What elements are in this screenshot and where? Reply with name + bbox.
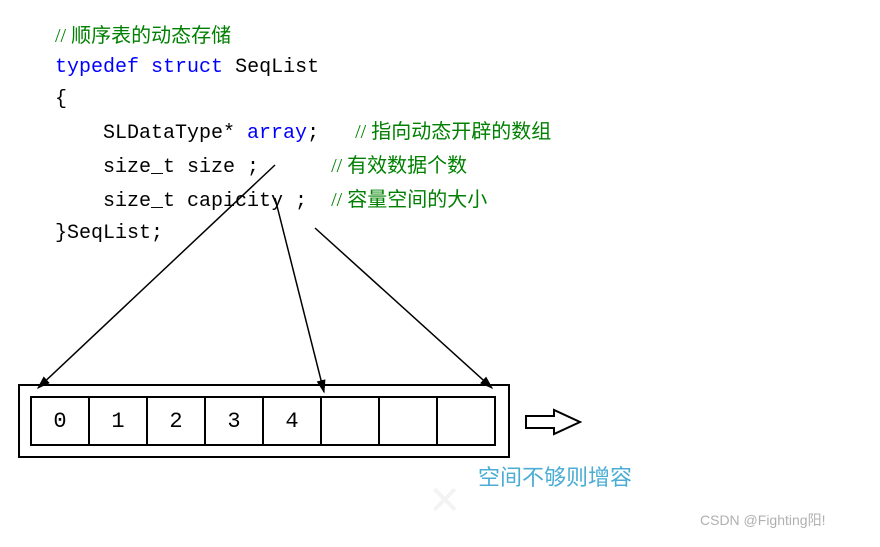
var-array: array [247,122,307,145]
struct-name: SeqList [235,56,319,79]
comment-top: // 顺序表的动态存储 [55,20,551,52]
watermark-icon: ✕ [428,478,462,524]
cell-5 [320,396,380,446]
field-cap-line: size_t capicity ; // 容量空间的大小 [55,184,551,218]
cell-2: 2 [146,396,206,446]
outline-arrow-icon [524,406,584,438]
code-block: // 顺序表的动态存储 typedef struct SeqList { SLD… [55,20,551,250]
cell-0: 0 [30,396,90,446]
struct-decl-line: typedef struct SeqList [55,52,551,84]
cell-4: 4 [262,396,322,446]
csdn-watermark: CSDN @Fighting阳! [700,510,825,530]
field-size-line: size_t size ; // 有效数据个数 [55,150,551,184]
type-slDataType: SLDataType* [103,122,247,145]
cell-3: 3 [204,396,264,446]
comment-cap: // 容量空间的大小 [331,189,487,211]
array-cells: 0 1 2 3 4 [30,396,496,446]
cell-1: 1 [88,396,148,446]
brace-close: }SeqList; [55,218,551,250]
field-array-line: SLDataType* array; // 指向动态开辟的数组 [55,116,551,150]
brace-open: { [55,84,551,116]
cap-decl: size_t capicity ; [103,190,307,213]
caption-text: 空间不够则增容 [478,460,632,492]
cell-7 [436,396,496,446]
keyword-typedef: typedef [55,56,139,79]
size-decl: size_t size ; [103,156,259,179]
comment-array: // 指向动态开辟的数组 [355,121,551,143]
cell-6 [378,396,438,446]
keyword-struct: struct [151,56,223,79]
comment-size: // 有效数据个数 [331,155,467,177]
